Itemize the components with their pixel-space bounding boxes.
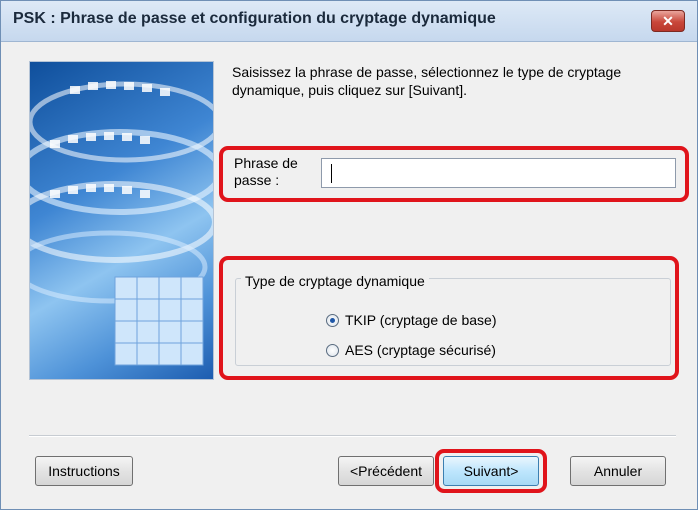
radio-option-aes[interactable]: AES (cryptage sécurisé) xyxy=(326,342,496,358)
swirl-cubes-illustration xyxy=(30,81,213,366)
instructions-button[interactable]: Instructions xyxy=(35,456,133,486)
radio-label-aes: AES (cryptage sécurisé) xyxy=(345,342,496,358)
radio-unchecked-icon[interactable] xyxy=(326,343,339,357)
window-title: PSK : Phrase de passe et configuration d… xyxy=(13,10,496,27)
passphrase-label-line-2: passe : xyxy=(234,172,280,188)
passphrase-label: Phrase de passe : xyxy=(234,155,314,189)
instruction-line-1: Saisissez la phrase de passe, sélectionn… xyxy=(232,64,622,80)
radio-option-tkip[interactable]: TKIP (cryptage de base) xyxy=(326,312,496,328)
close-button[interactable]: ✕ xyxy=(651,10,685,32)
radio-label-tkip: TKIP (cryptage de base) xyxy=(345,312,497,328)
next-button[interactable]: Suivant> xyxy=(443,456,539,486)
cancel-button[interactable]: Annuler xyxy=(570,456,666,486)
text-caret xyxy=(331,164,332,183)
encryption-group-label: Type de cryptage dynamique xyxy=(241,273,429,289)
passphrase-input[interactable] xyxy=(321,158,676,188)
title-bar[interactable]: PSK : Phrase de passe et configuration d… xyxy=(1,1,697,42)
passphrase-label-line-1: Phrase de xyxy=(234,155,298,171)
instruction-line-2: dynamique, puis cliquez sur [Suivant]. xyxy=(232,82,468,98)
previous-button[interactable]: <Précédent xyxy=(338,456,434,486)
radio-checked-icon[interactable] xyxy=(326,313,339,327)
footer-separator xyxy=(29,435,676,437)
side-illustration xyxy=(29,61,214,380)
instruction-text: Saisissez la phrase de passe, sélectionn… xyxy=(232,63,672,99)
close-icon: ✕ xyxy=(662,13,674,29)
psk-dialog: PSK : Phrase de passe et configuration d… xyxy=(0,0,698,510)
